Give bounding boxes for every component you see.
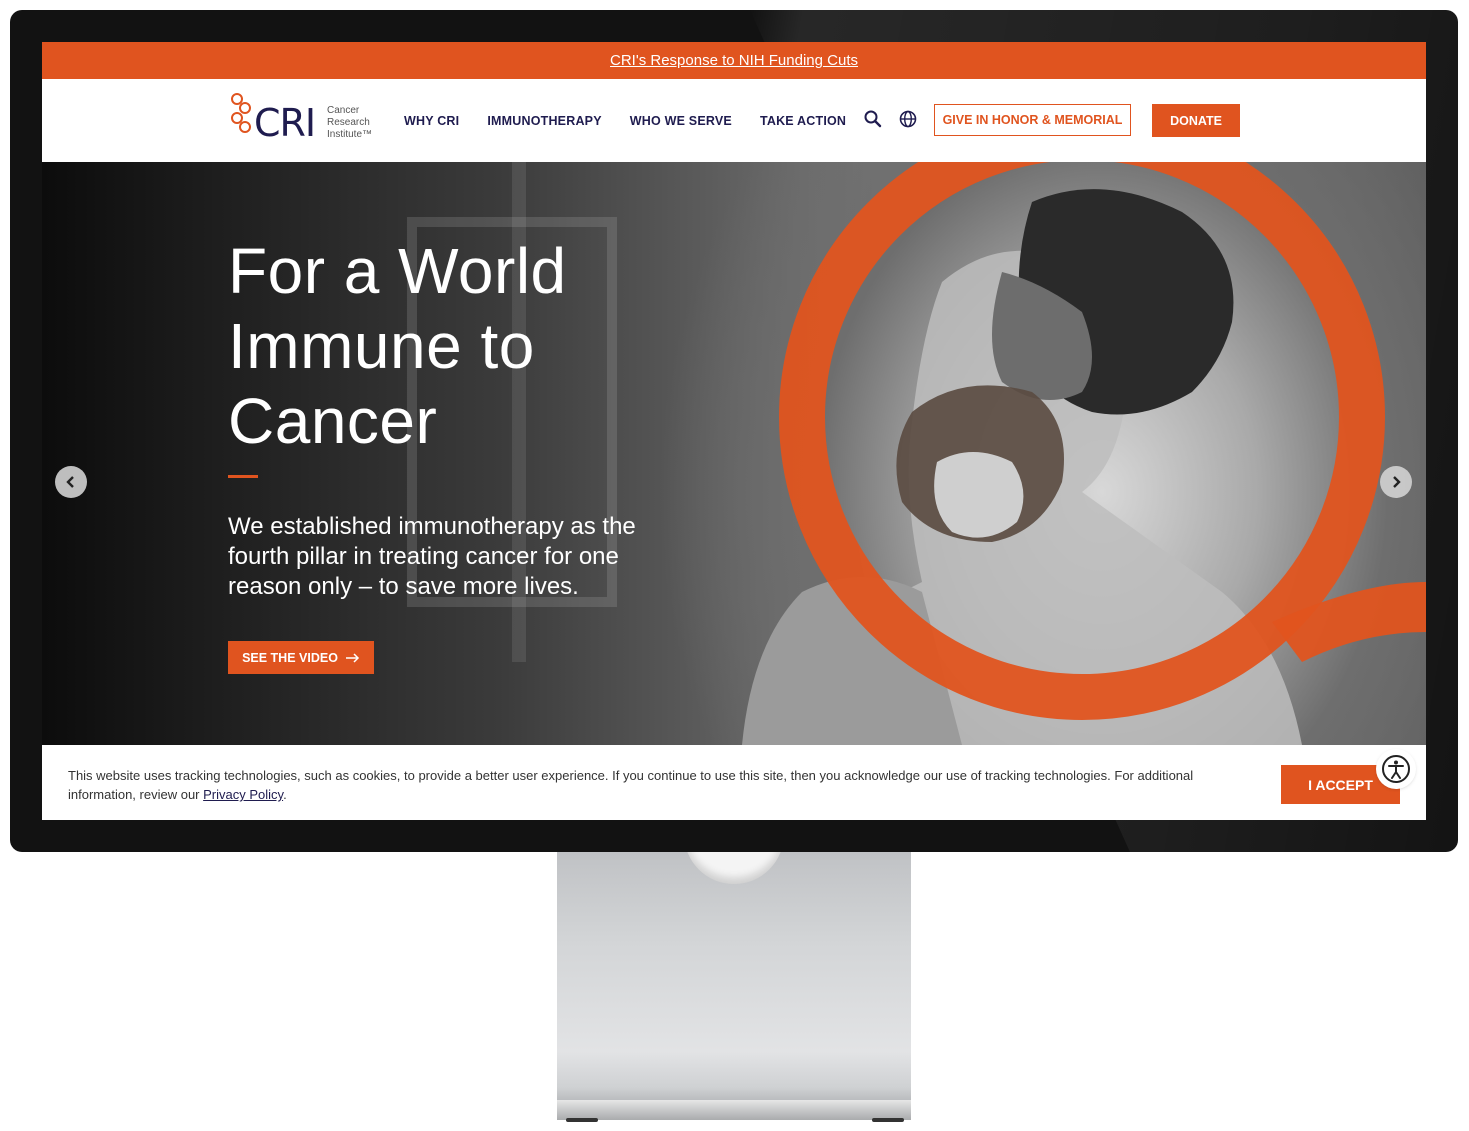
monitor-foot-left [566,1118,598,1122]
give-in-honor-button[interactable]: GIVE IN HONOR & MEMORIAL [934,104,1131,136]
accessibility-button[interactable] [1378,751,1414,787]
cookie-message: This website uses tracking technologies,… [68,766,1228,804]
see-the-video-label: SEE THE VIDEO [242,650,338,665]
monitor-stand [557,848,911,1120]
accessibility-icon [1382,755,1410,783]
nih-funding-link[interactable]: CRI's Response to NIH Funding Cuts [610,52,858,69]
carousel-next-button[interactable] [1380,466,1412,498]
search-icon[interactable] [863,109,883,129]
privacy-policy-link[interactable]: Privacy Policy [203,787,283,802]
monitor-stand-base [557,1100,911,1120]
hero-divider [228,475,258,478]
hero-subtitle: We established immunotherapy as the four… [228,513,636,600]
donate-button[interactable]: DONATE [1152,104,1240,137]
logo-wordmark: CRI [254,101,316,145]
cookie-banner: This website uses tracking technologies,… [42,745,1426,820]
hero-carousel: For a World Immune to Cancer We establis… [42,162,1426,745]
hero-title-line-1: For a World [228,235,567,307]
nav-why-cri[interactable]: WHY CRI [404,114,459,128]
see-the-video-button[interactable]: SEE THE VIDEO [228,641,374,674]
chevron-right-icon [1393,476,1401,488]
logo-circles-icon [231,93,251,133]
logo-line-1: Cancer [327,105,360,116]
chevron-left-icon [66,476,74,488]
logo-subtitle: Cancer Research Institute™ [327,105,387,141]
main-nav: WHY CRI IMMUNOTHERAPY WHO WE SERVE TAKE … [404,79,846,162]
nav-immunotherapy[interactable]: IMMUNOTHERAPY [487,114,601,128]
hero-title-line-2: Immune to [228,310,535,382]
logo-line-2: Research [327,117,370,128]
cri-logo[interactable]: CRI Cancer Research Institute™ [228,91,378,145]
monitor-foot-right [872,1118,904,1122]
globe-icon[interactable] [898,109,918,129]
nav-take-action[interactable]: TAKE ACTION [760,114,846,128]
website-screen: CRI's Response to NIH Funding Cuts CRI C… [42,42,1426,820]
hero-title: For a World Immune to Cancer [228,234,748,459]
site-header: CRI Cancer Research Institute™ WHY CRI I… [42,79,1426,162]
nav-who-we-serve[interactable]: WHO WE SERVE [630,114,732,128]
announcement-banner: CRI's Response to NIH Funding Cuts [42,42,1426,79]
logo-line-3: Institute™ [327,129,373,140]
carousel-prev-button[interactable] [55,466,87,498]
arrow-right-icon [345,652,359,663]
cookie-suffix: . [283,787,287,802]
hero-title-line-3: Cancer [228,385,438,457]
